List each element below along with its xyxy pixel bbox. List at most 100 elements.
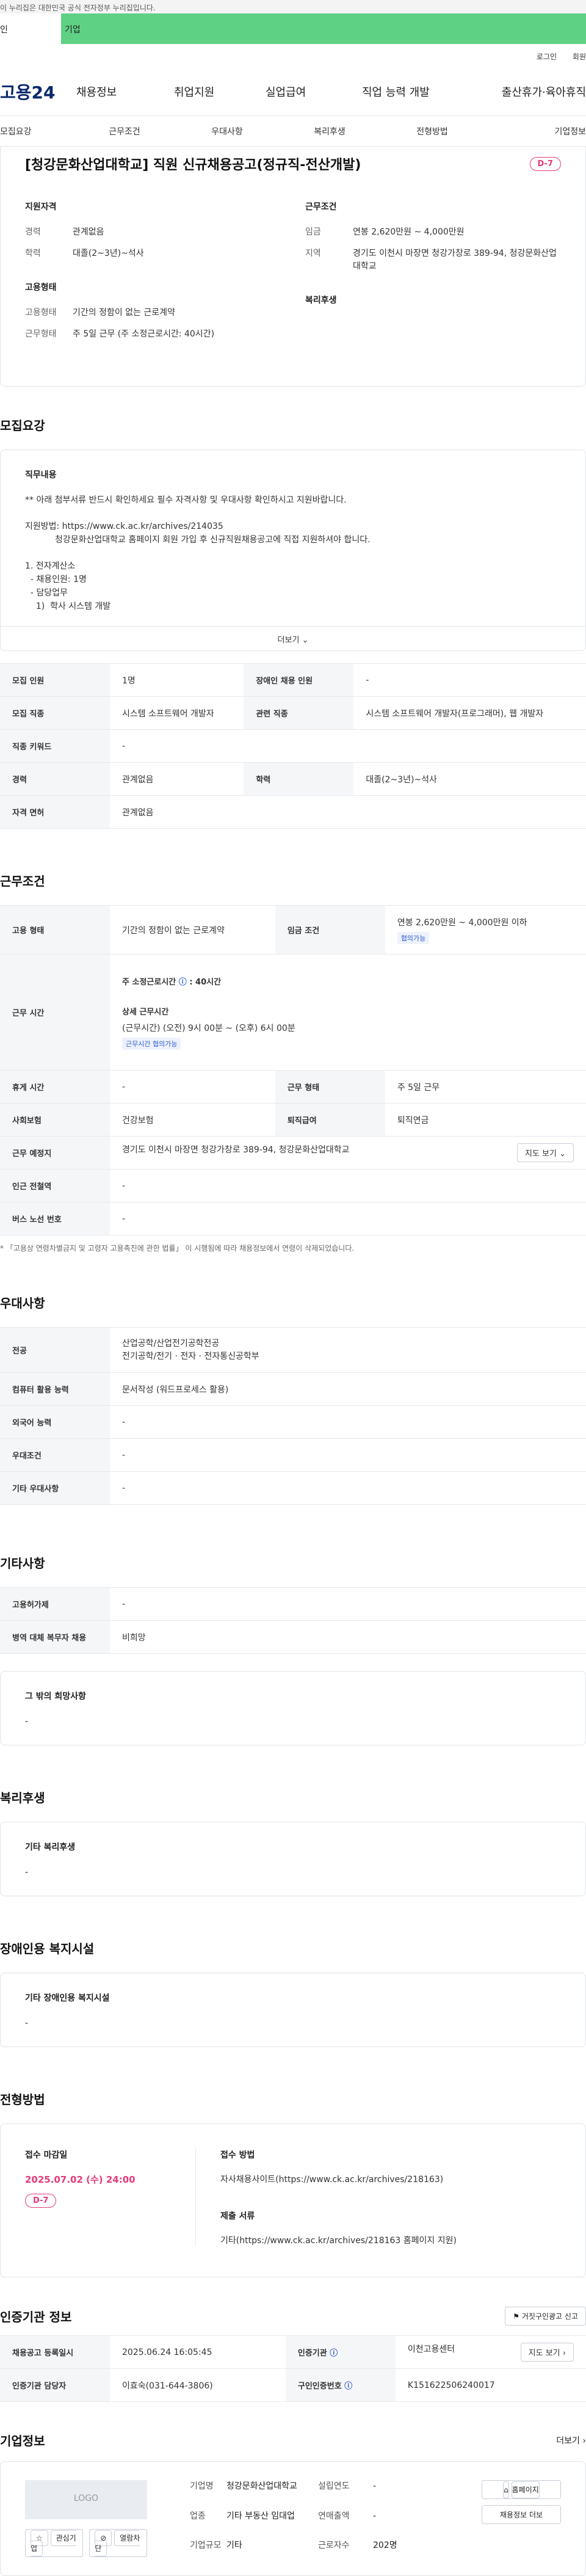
hours-total-label: 주 소정근로시간 — [122, 977, 176, 987]
table-cell: - — [110, 1438, 586, 1472]
welfare-box-heading: 기타 복리후생 — [25, 1843, 76, 1852]
pref-table: 전공 산업공학/산업전기공학전공 전기공학/전기 · 전자 · 전자통신공학부 … — [0, 1327, 586, 1505]
process-section-title: 전형방법 — [0, 2092, 45, 2107]
deadline-heading: 접수 마감일 — [25, 2150, 68, 2160]
work-place-map-button[interactable]: 지도 보기 ⌄ — [516, 1143, 574, 1162]
table-header-cell: 구인인증번호 ⓘ — [285, 2368, 396, 2402]
table-cell: - — [110, 729, 586, 763]
gnb-menu-jobs[interactable]: 채용정보 — [76, 84, 174, 100]
company-sales-label: 연매출액 — [318, 2511, 350, 2521]
table-header-cell: 사회보험 — [0, 1103, 110, 1137]
table-row: 전공 산업공학/산업전기공학전공 전기공학/전기 · 전자 · 전자통신공학부 — [0, 1327, 586, 1373]
company-homepage-button[interactable]: ⌂ 홈페이지 — [482, 2480, 561, 2499]
table-row: 근무 예정지 경기도 이천시 마장면 청강가창로 389-94, 청강문화산업대… — [0, 1136, 586, 1170]
table-header-cell: 모집 인원 — [0, 663, 110, 697]
dday-badge: D-7 — [25, 2194, 57, 2208]
table-cell: - — [353, 663, 586, 697]
tab-person[interactable]: 인 — [0, 13, 61, 44]
favorite-company-button[interactable]: ☆ 관심기업 — [25, 2529, 84, 2557]
section-nav-work-conditions[interactable]: 근무조건 — [73, 125, 176, 137]
company-more-link[interactable]: 더보기 › — [556, 2434, 586, 2447]
gnb-menu-parental-leave[interactable]: 출산휴가·육아휴직 — [482, 84, 586, 100]
table-cell: 산업공학/산업전기공학전공 전기공학/전기 · 전자 · 전자통신공학부 — [110, 1327, 586, 1373]
block-view-button[interactable]: ⊘ 열람차단 — [89, 2529, 147, 2557]
info-icon[interactable]: ⓘ — [344, 2382, 352, 2391]
megaphone-icon: ⚑ — [513, 2312, 520, 2321]
table-header-cell: 근무 형태 — [275, 1070, 385, 1104]
dday-badge: D-7 — [529, 156, 561, 171]
section-nav-company[interactable]: 기업정보 — [483, 125, 586, 137]
table-header-cell: 기타 우대사항 — [0, 1471, 110, 1505]
table-row: 직종 키워드 - — [0, 729, 586, 763]
table-row: 인증기관 담당자 이효숙(031-644-3806) 구인인증번호 ⓘ K151… — [0, 2368, 586, 2402]
table-cell: 관계없음 — [110, 762, 244, 796]
info-icon[interactable]: ⓘ — [330, 2349, 338, 2358]
gnb-menu-unemployment-benefit[interactable]: 실업급여 — [266, 84, 362, 100]
map-label: 지도 보기 — [528, 2349, 560, 2358]
welfare-heading: 복리후생 — [305, 296, 337, 305]
table-header-cell: 직종 키워드 — [0, 729, 110, 763]
company-name-label: 기업명 — [190, 2481, 214, 2491]
chevron-right-icon: › — [582, 2436, 586, 2446]
table-header-cell: 모집 직종 — [0, 696, 110, 730]
join-link[interactable]: 회원 — [573, 51, 586, 62]
other-hopes-box: 그 밖의 희망사항 - — [0, 1671, 586, 1745]
table-cell: 주 5일 근무 — [385, 1070, 586, 1104]
table-header-cell: 우대조건 — [0, 1438, 110, 1472]
cert-num-label: 구인인증번호 — [297, 2382, 342, 2391]
table-row: 인근 전철역 - — [0, 1169, 586, 1202]
table-cell: 대졸(2~3년)~석사 — [353, 762, 586, 796]
cert-org-map-button[interactable]: 지도 보기 › — [520, 2343, 574, 2362]
work-section-title: 근무조건 — [0, 874, 45, 889]
table-row: 외국어 능력 - — [0, 1405, 586, 1439]
company-industry-value: 기타 부동산 임대업 — [226, 2511, 295, 2521]
qual-career-value: 관계없음 — [73, 227, 104, 237]
other-hopes-heading: 그 밖의 희망사항 — [25, 1692, 86, 1701]
emp-type-label: 고용형태 — [25, 308, 57, 318]
company-logo-placeholder: LOGO — [25, 2480, 147, 2519]
gov-banner-text: 이 누리집은 대한민국 공식 전자정부 누리집입니다. — [0, 4, 156, 12]
utility-bar: 로그인 회원 — [0, 44, 586, 67]
table-cell: 문서작성 (워드프로세스 활용) — [110, 1372, 586, 1406]
conditions-heading: 근무조건 — [305, 202, 337, 212]
cond-region-label: 지역 — [305, 249, 321, 258]
work-place-value: 경기도 이천시 마장면 청강가창로 389-94, 청강문화산업대학교 — [122, 1145, 350, 1155]
section-nav-welfare[interactable]: 복리후생 — [278, 125, 381, 137]
table-row: 고용허가제 - — [0, 1587, 586, 1621]
section-nav-recruit[interactable]: 모집요강 — [0, 125, 73, 137]
work-type-label: 근무형태 — [25, 329, 57, 339]
audience-tabs: 인 기업 — [0, 13, 586, 44]
homepage-label: 홈페이지 — [511, 2481, 540, 2498]
job-summary-card: [청강문화산업대학교] 직원 신규채용공고(정규직-전산개발) D-7 지원자격… — [0, 147, 586, 387]
table-cell: 이천고용센터 지도 보기 › — [395, 2335, 586, 2369]
documents-heading: 제출 서류 — [220, 2211, 255, 2221]
tab-corp[interactable]: 기업 — [61, 13, 586, 44]
site-logo[interactable]: 고용24 — [0, 79, 76, 104]
table-row: 채용공고 등록일시 2025.06.24 16:05:45 인증기관 ⓘ 이천고… — [0, 2335, 586, 2369]
login-link[interactable]: 로그인 — [537, 51, 557, 62]
section-nav-process[interactable]: 전형방법 — [381, 125, 483, 137]
company-section-title: 기업정보 — [0, 2434, 45, 2448]
job-description-box: 직무내용 ** 아래 첨부서류 반드시 확인하세요 필수 자격사항 및 우대사항… — [0, 449, 586, 651]
wage-negotiable-badge: 협의가능 — [397, 931, 430, 944]
table-row: 기타 우대사항 - — [0, 1471, 586, 1505]
report-false-ad-button[interactable]: ⚑ 거짓구인광고 신고 — [505, 2307, 586, 2326]
process-box: 접수 마감일 2025.07.02 (수) 24:00 D-7 접수 방법 자사… — [0, 2123, 586, 2277]
info-icon[interactable]: ⓘ — [179, 978, 187, 987]
recruit-table: 모집 인원 1명 장애인 채용 인원 - 모집 직종 시스템 소프트웨어 개발자… — [0, 663, 586, 829]
company-jobs-button[interactable]: 채용정보 더보 — [482, 2505, 561, 2524]
description-more-button[interactable]: 더보기 ⌄ — [1, 626, 585, 650]
table-row: 고용 형태 기간의 정함이 없는 근로계약 임금 조건 연봉 2,620만원 ~… — [0, 905, 586, 955]
gnb-menu-skills-development[interactable]: 직업 능력 개발 — [362, 84, 482, 100]
section-nav-preferences[interactable]: 우대사항 — [176, 125, 278, 137]
table-cell: 시스템 소프트웨어 개발자(프로그래머), 웹 개발자 — [353, 696, 586, 730]
disability-section-title: 장애인용 복지시설 — [0, 1941, 95, 1956]
hours-detail-value: (근무시간) (오전) 9시 00분 ~ (오후) 6시 00분 — [122, 1023, 295, 1033]
hours-total-value: : 40시간 — [189, 977, 222, 987]
gnb-menu-employment-support[interactable]: 취업지원 — [174, 84, 266, 100]
table-cell: 퇴직연금 — [385, 1103, 586, 1137]
report-label: 거짓구인광고 신고 — [521, 2312, 578, 2321]
table-header-cell: 외국어 능력 — [0, 1405, 110, 1439]
welfare-box: 기타 복리후생 - — [0, 1822, 586, 1896]
company-employees-value: 202명 — [373, 2541, 397, 2551]
